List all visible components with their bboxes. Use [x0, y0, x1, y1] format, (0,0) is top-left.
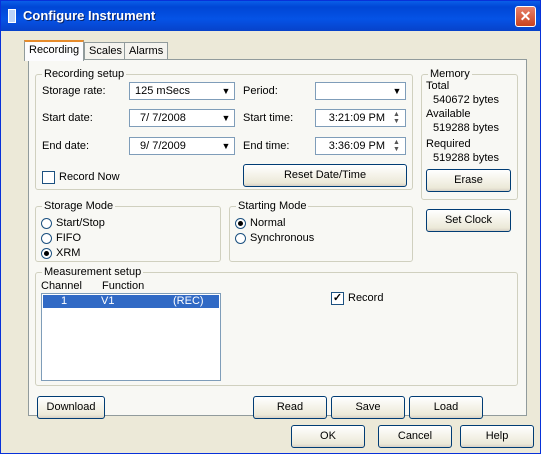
app-icon	[8, 9, 16, 23]
period-select[interactable]: ▼	[315, 82, 406, 100]
load-button[interactable]: Load	[409, 396, 483, 419]
end-date-picker[interactable]: 9/ 7/2009 ▼	[129, 137, 235, 155]
fifo-label[interactable]: FIFO	[56, 232, 81, 244]
set-clock-button[interactable]: Set Clock	[426, 209, 511, 232]
radio-start-stop[interactable]	[41, 218, 52, 229]
record-now-checkbox[interactable]	[42, 171, 55, 184]
spin-up-icon[interactable]: ▲	[393, 139, 400, 146]
record-label[interactable]: Record	[348, 292, 383, 304]
tab-alarms[interactable]: Alarms	[124, 42, 169, 60]
start-time-value: 3:21:09 PM	[328, 112, 385, 124]
save-button[interactable]: Save	[331, 396, 405, 419]
tab-recording[interactable]: Recording	[24, 40, 85, 61]
memory-available-value: 519288 bytes	[433, 122, 500, 134]
function-column-header: Function	[102, 280, 145, 292]
measurement-list[interactable]: 1 V1 (REC)	[41, 293, 221, 381]
memory-available-label: Available	[426, 108, 471, 120]
memory-legend: Memory	[428, 68, 472, 80]
start-date-value: 7/ 7/2008	[140, 112, 186, 124]
dropdown-arrow-icon[interactable]: ▼	[219, 84, 233, 98]
end-date-value: 9/ 7/2009	[140, 140, 186, 152]
storage-rate-label: Storage rate:	[42, 85, 106, 97]
dropdown-arrow-icon[interactable]: ▼	[219, 111, 233, 125]
starting-mode-legend: Starting Mode	[236, 200, 309, 212]
configure-instrument-dialog: Configure Instrument ✕ Recording Scales …	[0, 0, 541, 454]
download-button[interactable]: Download	[37, 396, 105, 419]
dropdown-arrow-icon[interactable]: ▼	[390, 84, 404, 98]
synchronous-label[interactable]: Synchronous	[250, 232, 314, 244]
start-date-picker[interactable]: 7/ 7/2008 ▼	[129, 109, 235, 127]
reset-date-time-button[interactable]: Reset Date/Time	[243, 164, 407, 187]
erase-button[interactable]: Erase	[426, 169, 511, 192]
help-button[interactable]: Help	[460, 425, 534, 448]
ok-button[interactable]: OK	[291, 425, 365, 448]
storage-rate-value: 125 mSecs	[135, 85, 191, 97]
period-label: Period:	[243, 85, 278, 97]
radio-xrm[interactable]	[41, 248, 52, 259]
radio-normal[interactable]	[235, 218, 246, 229]
function-cell: V1	[101, 295, 115, 307]
memory-required-value: 519288 bytes	[433, 152, 500, 164]
dropdown-arrow-icon[interactable]: ▼	[219, 139, 233, 153]
start-stop-label[interactable]: Start/Stop	[56, 217, 105, 229]
start-time-spinner[interactable]: 3:21:09 PM ▲ ▼	[315, 109, 406, 127]
normal-label[interactable]: Normal	[250, 217, 285, 229]
storage-mode-legend: Storage Mode	[42, 200, 116, 212]
cancel-button[interactable]: Cancel	[378, 425, 452, 448]
spin-arrows-icon[interactable]: ▲ ▼	[390, 139, 403, 153]
recording-setup-legend: Recording setup	[42, 68, 127, 80]
record-now-label[interactable]: Record Now	[59, 171, 120, 183]
start-date-label: Start date:	[42, 112, 93, 124]
storage-rate-select[interactable]: 125 mSecs ▼	[129, 82, 235, 100]
spin-down-icon[interactable]: ▼	[393, 146, 400, 153]
end-time-value: 3:36:09 PM	[328, 140, 385, 152]
channel-cell: 1	[61, 295, 68, 307]
read-button[interactable]: Read	[253, 396, 327, 419]
end-date-label: End date:	[42, 140, 90, 152]
spin-up-icon[interactable]: ▲	[393, 111, 400, 118]
memory-total-label: Total	[426, 80, 450, 92]
measurement-setup-legend: Measurement setup	[42, 266, 144, 278]
mode-cell: (REC)	[173, 295, 204, 307]
recording-tab-panel: Recording setup Storage rate: 125 mSecs …	[28, 59, 527, 419]
start-time-label: Start time:	[243, 112, 294, 124]
list-item[interactable]: 1 V1 (REC)	[43, 295, 219, 308]
window-title: Configure Instrument	[23, 8, 156, 23]
end-time-label: End time:	[243, 140, 290, 152]
spin-down-icon[interactable]: ▼	[393, 118, 400, 125]
xrm-label[interactable]: XRM	[56, 247, 80, 259]
end-time-spinner[interactable]: 3:36:09 PM ▲ ▼	[315, 137, 406, 155]
radio-fifo[interactable]	[41, 233, 52, 244]
record-checkbox[interactable]: ✓	[331, 292, 344, 305]
memory-total-value: 540672 bytes	[433, 94, 500, 106]
spin-arrows-icon[interactable]: ▲ ▼	[390, 111, 403, 125]
radio-synchronous[interactable]	[235, 233, 246, 244]
tab-scales[interactable]: Scales	[84, 42, 128, 60]
memory-required-label: Required	[426, 138, 471, 150]
close-button[interactable]: ✕	[515, 6, 536, 27]
channel-column-header: Channel	[41, 280, 82, 292]
title-bar[interactable]: Configure Instrument ✕	[1, 1, 540, 31]
